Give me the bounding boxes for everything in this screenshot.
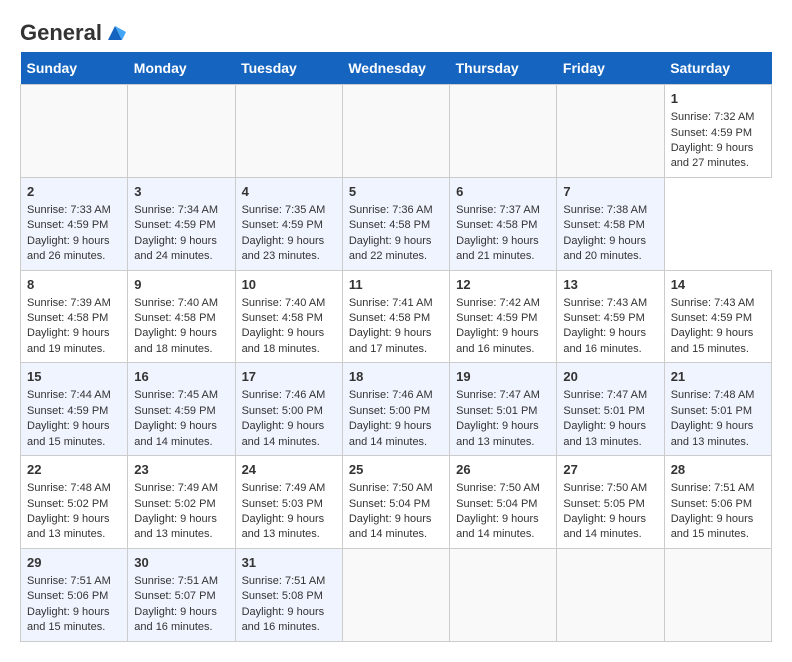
week-row-5: 22Sunrise: 7:48 AMSunset: 5:02 PMDayligh… [21,456,772,549]
day-cell-1: 1Sunrise: 7:32 AMSunset: 4:59 PMDaylight… [664,85,771,178]
week-row-6: 29Sunrise: 7:51 AMSunset: 5:06 PMDayligh… [21,548,772,641]
day-cell-25: 25Sunrise: 7:50 AMSunset: 5:04 PMDayligh… [342,456,449,549]
day-cell-9: 9Sunrise: 7:40 AMSunset: 4:58 PMDaylight… [128,270,235,363]
day-cell-14: 14Sunrise: 7:43 AMSunset: 4:59 PMDayligh… [664,270,771,363]
day-cell-24: 24Sunrise: 7:49 AMSunset: 5:03 PMDayligh… [235,456,342,549]
day-cell-8: 8Sunrise: 7:39 AMSunset: 4:58 PMDaylight… [21,270,128,363]
day-cell-6: 6Sunrise: 7:37 AMSunset: 4:58 PMDaylight… [450,177,557,270]
day-cell-11: 11Sunrise: 7:41 AMSunset: 4:58 PMDayligh… [342,270,449,363]
day-cell-7: 7Sunrise: 7:38 AMSunset: 4:58 PMDaylight… [557,177,664,270]
day-cell-15: 15Sunrise: 7:44 AMSunset: 4:59 PMDayligh… [21,363,128,456]
col-header-tuesday: Tuesday [235,52,342,85]
day-cell-23: 23Sunrise: 7:49 AMSunset: 5:02 PMDayligh… [128,456,235,549]
col-header-friday: Friday [557,52,664,85]
col-header-thursday: Thursday [450,52,557,85]
day-cell-12: 12Sunrise: 7:42 AMSunset: 4:59 PMDayligh… [450,270,557,363]
logo: General [20,20,126,42]
day-cell-5: 5Sunrise: 7:36 AMSunset: 4:58 PMDaylight… [342,177,449,270]
day-cell-29: 29Sunrise: 7:51 AMSunset: 5:06 PMDayligh… [21,548,128,641]
day-cell-22: 22Sunrise: 7:48 AMSunset: 5:02 PMDayligh… [21,456,128,549]
col-header-monday: Monday [128,52,235,85]
week-row-2: 2Sunrise: 7:33 AMSunset: 4:59 PMDaylight… [21,177,772,270]
day-cell-13: 13Sunrise: 7:43 AMSunset: 4:59 PMDayligh… [557,270,664,363]
empty-cell [664,548,771,641]
empty-cell [342,548,449,641]
day-cell-26: 26Sunrise: 7:50 AMSunset: 5:04 PMDayligh… [450,456,557,549]
week-row-1: 1Sunrise: 7:32 AMSunset: 4:59 PMDaylight… [21,85,772,178]
empty-cell [21,85,128,178]
day-cell-17: 17Sunrise: 7:46 AMSunset: 5:00 PMDayligh… [235,363,342,456]
day-cell-10: 10Sunrise: 7:40 AMSunset: 4:58 PMDayligh… [235,270,342,363]
logo-text-general: General [20,20,102,46]
logo-icon [104,22,126,44]
col-header-wednesday: Wednesday [342,52,449,85]
week-row-3: 8Sunrise: 7:39 AMSunset: 4:58 PMDaylight… [21,270,772,363]
day-cell-28: 28Sunrise: 7:51 AMSunset: 5:06 PMDayligh… [664,456,771,549]
day-cell-27: 27Sunrise: 7:50 AMSunset: 5:05 PMDayligh… [557,456,664,549]
col-header-sunday: Sunday [21,52,128,85]
empty-cell [557,548,664,641]
day-cell-21: 21Sunrise: 7:48 AMSunset: 5:01 PMDayligh… [664,363,771,456]
empty-cell [235,85,342,178]
week-row-4: 15Sunrise: 7:44 AMSunset: 4:59 PMDayligh… [21,363,772,456]
day-cell-31: 31Sunrise: 7:51 AMSunset: 5:08 PMDayligh… [235,548,342,641]
day-cell-18: 18Sunrise: 7:46 AMSunset: 5:00 PMDayligh… [342,363,449,456]
day-cell-16: 16Sunrise: 7:45 AMSunset: 4:59 PMDayligh… [128,363,235,456]
empty-cell [128,85,235,178]
empty-cell [450,85,557,178]
day-cell-3: 3Sunrise: 7:34 AMSunset: 4:59 PMDaylight… [128,177,235,270]
day-cell-19: 19Sunrise: 7:47 AMSunset: 5:01 PMDayligh… [450,363,557,456]
col-header-saturday: Saturday [664,52,771,85]
empty-cell [342,85,449,178]
day-cell-30: 30Sunrise: 7:51 AMSunset: 5:07 PMDayligh… [128,548,235,641]
empty-cell [450,548,557,641]
day-cell-20: 20Sunrise: 7:47 AMSunset: 5:01 PMDayligh… [557,363,664,456]
header-row: SundayMondayTuesdayWednesdayThursdayFrid… [21,52,772,85]
page-header: General [20,20,772,42]
day-cell-2: 2Sunrise: 7:33 AMSunset: 4:59 PMDaylight… [21,177,128,270]
day-cell-4: 4Sunrise: 7:35 AMSunset: 4:59 PMDaylight… [235,177,342,270]
empty-cell [557,85,664,178]
calendar-table: SundayMondayTuesdayWednesdayThursdayFrid… [20,52,772,642]
